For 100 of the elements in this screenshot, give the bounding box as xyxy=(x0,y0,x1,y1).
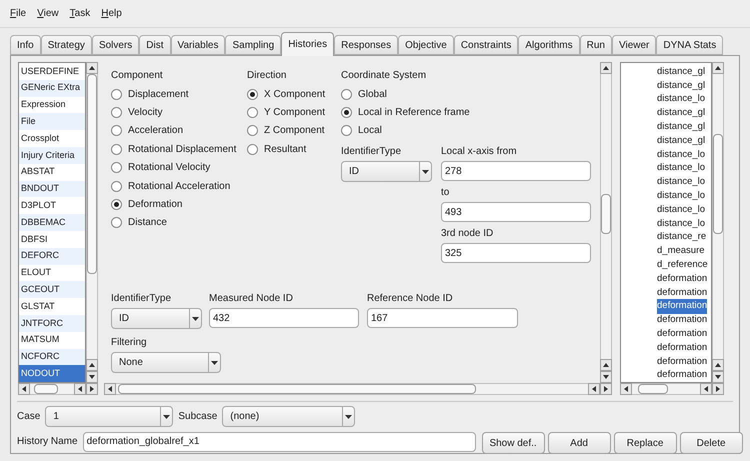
list-item[interactable]: distance_gl xyxy=(657,134,706,148)
tab[interactable]: Run xyxy=(580,35,612,55)
radio-button[interactable] xyxy=(111,162,122,174)
list-item[interactable]: distance_lo xyxy=(657,148,706,162)
list-item[interactable]: Injury Criteria xyxy=(19,146,85,164)
case-dropdown[interactable]: 1 xyxy=(45,406,174,427)
list-item[interactable]: DBBEMAC xyxy=(19,214,85,231)
radio-button[interactable] xyxy=(247,125,258,136)
list-item[interactable]: deformation xyxy=(657,272,708,286)
radio-button[interactable] xyxy=(111,107,122,118)
tab[interactable]: Info xyxy=(10,35,41,55)
scrollbar-thumb[interactable] xyxy=(713,134,723,234)
list-item[interactable]: deformation xyxy=(657,299,708,314)
tab[interactable]: Strategy xyxy=(40,35,92,55)
identifier-type-dropdown[interactable]: ID xyxy=(111,308,202,330)
scrollbar-thumb[interactable] xyxy=(638,384,668,394)
radio-button[interactable] xyxy=(111,88,122,100)
list-item[interactable]: distance_gl xyxy=(657,106,706,120)
scroll-left-button[interactable] xyxy=(18,383,30,395)
radio-button[interactable] xyxy=(247,88,258,100)
list-item[interactable]: deformation xyxy=(657,326,708,342)
node-id-field[interactable]: 278 xyxy=(441,161,591,182)
tab[interactable]: Algorithms xyxy=(518,35,580,55)
list-item[interactable]: d_reference xyxy=(657,258,708,272)
list-item[interactable]: File xyxy=(19,113,85,130)
menu-item[interactable]: Help xyxy=(101,6,122,21)
action-button[interactable]: Add xyxy=(548,432,611,454)
list-item[interactable]: GENeric EXtra xyxy=(19,80,85,97)
scroll-left-button[interactable] xyxy=(620,383,632,395)
radio-button[interactable] xyxy=(247,144,258,155)
menu-item[interactable]: Task xyxy=(70,6,90,21)
tab[interactable]: Variables xyxy=(170,35,226,55)
action-button[interactable]: Delete xyxy=(680,432,743,454)
list-item[interactable]: deformation xyxy=(657,313,708,328)
list-item[interactable]: NCFORC xyxy=(19,348,85,366)
scroll-up-button[interactable] xyxy=(86,62,98,74)
list-item[interactable]: deformation xyxy=(657,286,708,300)
reference-node-field[interactable]: 167 xyxy=(367,308,518,328)
scroll-down-button[interactable] xyxy=(712,371,724,383)
measured-node-field[interactable]: 432 xyxy=(209,308,359,328)
action-button[interactable]: Replace xyxy=(614,432,677,454)
scroll-down-button[interactable] xyxy=(86,371,98,383)
menu-item[interactable]: View xyxy=(37,6,59,21)
list-item[interactable]: deformation xyxy=(657,340,708,355)
list-item[interactable]: d_measure xyxy=(657,244,705,258)
node-id-field[interactable]: 325 xyxy=(441,243,591,264)
radio-button[interactable] xyxy=(111,125,122,136)
scrollbar-thumb[interactable] xyxy=(601,194,611,234)
action-button[interactable]: Show def.. xyxy=(482,432,545,454)
radio-button[interactable] xyxy=(341,88,352,100)
list-item[interactable]: ELOUT xyxy=(19,264,85,282)
list-item[interactable]: BNDOUT xyxy=(19,180,85,198)
scroll-up-button[interactable] xyxy=(712,62,724,74)
menu-item[interactable]: File xyxy=(10,6,26,21)
list-item[interactable]: Expression xyxy=(19,96,85,114)
list-item[interactable]: distance_gl xyxy=(657,120,706,134)
list-item[interactable]: distance_lo xyxy=(657,188,706,204)
list-item[interactable]: distance_lo xyxy=(657,202,706,217)
list-item[interactable]: GCEOUT xyxy=(19,281,85,298)
scroll-left-button[interactable] xyxy=(74,383,86,395)
node-id-field[interactable]: 493 xyxy=(441,202,591,222)
tab[interactable]: Dist xyxy=(139,35,171,55)
radio-button[interactable] xyxy=(341,107,352,118)
history-name-field[interactable]: deformation_globalref_x1 xyxy=(82,432,476,452)
tab[interactable]: Sampling xyxy=(225,35,282,55)
tab[interactable]: Viewer xyxy=(612,35,656,55)
list-item[interactable]: distance_lo xyxy=(657,175,706,190)
filtering-dropdown[interactable]: None xyxy=(111,352,221,374)
tab[interactable]: Histories xyxy=(281,32,334,56)
scroll-down-button[interactable] xyxy=(600,371,612,383)
scroll-up-button[interactable] xyxy=(86,359,98,371)
scroll-left-button[interactable] xyxy=(700,383,712,395)
scrollbar-thumb[interactable] xyxy=(34,384,58,394)
scroll-left-button[interactable] xyxy=(104,383,116,395)
tab[interactable]: Solvers xyxy=(92,35,140,55)
list-item[interactable]: DEFORC xyxy=(19,248,85,265)
radio-button[interactable] xyxy=(111,217,122,228)
subcase-dropdown[interactable]: (none) xyxy=(222,406,356,427)
list-item[interactable]: distance_gl xyxy=(657,64,706,80)
scroll-right-button[interactable] xyxy=(86,383,98,395)
radio-button[interactable] xyxy=(111,180,122,192)
list-item[interactable]: distance_re xyxy=(657,230,706,245)
list-item[interactable]: distance_lo xyxy=(657,216,706,231)
list-item[interactable]: distance_lo xyxy=(657,92,706,107)
list-item[interactable]: NODOUT xyxy=(19,365,85,382)
scrollbar-thumb[interactable] xyxy=(118,384,476,394)
scrollbar-thumb[interactable] xyxy=(87,74,97,274)
list-item[interactable]: deformation xyxy=(657,368,708,382)
list-item[interactable]: deformation xyxy=(657,354,708,369)
radio-button[interactable] xyxy=(247,107,258,118)
tab[interactable]: DYNA Stats xyxy=(656,35,724,55)
list-item[interactable]: JNTFORC xyxy=(19,314,85,332)
tab[interactable]: Responses xyxy=(334,35,398,55)
scroll-up-button[interactable] xyxy=(712,359,724,371)
list-item[interactable]: distance_lo xyxy=(657,161,706,176)
tab[interactable]: Objective xyxy=(398,35,454,55)
identifier-type-dropdown[interactable]: ID xyxy=(341,161,432,182)
radio-button[interactable] xyxy=(111,144,122,155)
tab[interactable]: Constraints xyxy=(454,35,518,55)
scroll-left-button[interactable] xyxy=(588,383,600,395)
